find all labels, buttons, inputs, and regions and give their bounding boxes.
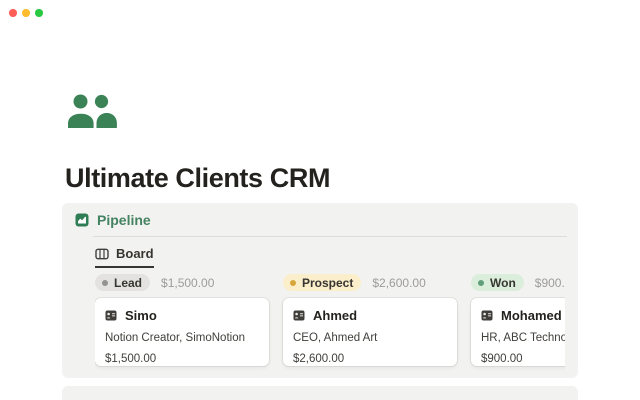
next-section-peek <box>62 386 578 400</box>
contact-card-icon <box>293 310 305 321</box>
card-title-row: Simo <box>105 308 259 323</box>
contact-card-icon <box>481 310 493 321</box>
kanban-board: Lead $1,500.00 Simo Notion Creator, Simo… <box>95 274 565 371</box>
contact-card-icon <box>105 310 117 321</box>
card-amount: $2,600.00 <box>293 353 447 365</box>
pipeline-header: Pipeline <box>75 212 151 228</box>
card-ahmed[interactable]: Ahmed CEO, Ahmed Art $2,600.00 <box>283 298 457 366</box>
tab-board[interactable]: Board <box>95 246 154 268</box>
column-header-prospect: Prospect $2,600.00 <box>283 274 457 291</box>
card-role: CEO, Ahmed Art <box>293 332 447 344</box>
column-header-lead: Lead $1,500.00 <box>95 274 269 291</box>
pipeline-section: Pipeline Board Lead $1,500.00 <box>62 203 578 378</box>
card-amount: $1,500.00 <box>105 353 259 365</box>
status-pill-prospect[interactable]: Prospect <box>283 274 361 291</box>
card-mohamed[interactable]: Mohamed HR, ABC Technology $900.00 <box>471 298 565 366</box>
status-label: Won <box>490 276 516 290</box>
card-role: HR, ABC Technology <box>481 332 565 344</box>
minimize-button[interactable] <box>22 9 30 17</box>
status-pill-won[interactable]: Won <box>471 274 524 291</box>
card-amount: $900.00 <box>481 353 565 365</box>
pipeline-title: Pipeline <box>97 212 151 228</box>
people-icon[interactable] <box>66 94 118 128</box>
section-divider <box>93 236 567 237</box>
chart-icon <box>75 213 89 227</box>
column-lead: Lead $1,500.00 Simo Notion Creator, Simo… <box>95 274 269 371</box>
card-simo[interactable]: Simo Notion Creator, SimoNotion $1,500.0… <box>95 298 269 366</box>
card-name: Ahmed <box>313 308 357 323</box>
close-button[interactable] <box>9 9 17 17</box>
card-name: Mohamed <box>501 308 562 323</box>
column-total: $900.00 <box>535 276 565 290</box>
column-won: Won $900.00 Mohamed HR, ABC Technology <box>471 274 565 371</box>
card-title-row: Mohamed <box>481 308 565 323</box>
status-label: Lead <box>114 276 142 290</box>
card-name: Simo <box>125 308 157 323</box>
column-prospect: Prospect $2,600.00 Ahmed CEO, Ahmed Art <box>283 274 457 371</box>
board-columns-icon <box>95 247 109 261</box>
column-total: $1,500.00 <box>161 276 214 290</box>
status-pill-lead[interactable]: Lead <box>95 274 150 291</box>
tab-board-label: Board <box>116 246 154 261</box>
card-role: Notion Creator, SimoNotion <box>105 332 259 344</box>
status-label: Prospect <box>302 276 353 290</box>
card-title-row: Ahmed <box>293 308 447 323</box>
status-dot-icon <box>102 280 108 286</box>
column-header-won: Won $900.00 <box>471 274 565 291</box>
column-total: $2,600.00 <box>372 276 425 290</box>
status-dot-icon <box>290 280 296 286</box>
window-controls <box>9 9 43 17</box>
status-dot-icon <box>478 280 484 286</box>
page-title: Ultimate Clients CRM <box>65 163 330 194</box>
zoom-button[interactable] <box>35 9 43 17</box>
